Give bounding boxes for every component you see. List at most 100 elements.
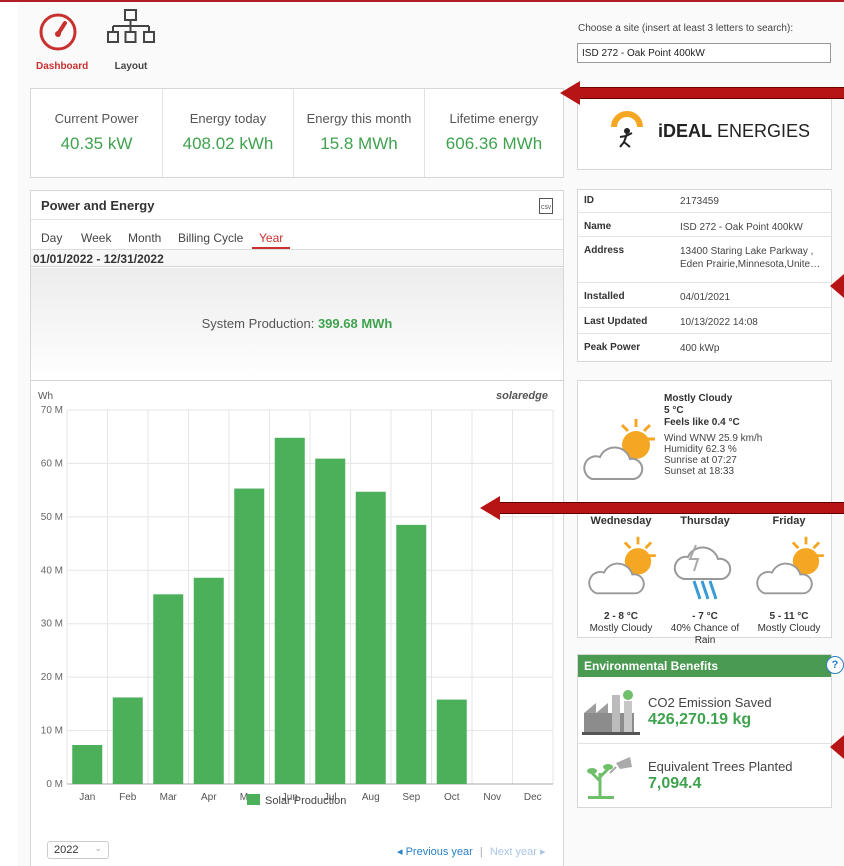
current-condition: Mostly Cloudy <box>664 393 733 404</box>
kpi-title: Current Power <box>54 111 139 126</box>
y-tick-label: 20 M <box>41 672 63 683</box>
forecast: Wednesday 2 - 8 °C Mostly Cloudy Thursda… <box>578 515 833 646</box>
tab-month[interactable]: Month <box>128 231 161 245</box>
x-tick-label: Apr <box>201 792 217 803</box>
co2-label: CO2 Emission Saved <box>648 695 772 710</box>
layout-tab-label: Layout <box>114 61 148 72</box>
ideal-energies-logo-icon <box>611 111 643 148</box>
kpi-value: 40.35 kW <box>60 134 133 153</box>
dashboard-tab[interactable]: Dashboard <box>36 8 89 74</box>
thunderstorm-icon <box>673 544 732 600</box>
site-search-input[interactable] <box>577 43 831 63</box>
divider <box>31 219 563 220</box>
dashboard-page: Dashboard Layout Choose a site (insert a… <box>0 0 844 866</box>
y-tick-label: 30 M <box>41 619 63 630</box>
legend-label: Solar Production <box>265 795 346 807</box>
bar <box>153 594 184 784</box>
production-chart: 0 M 10 M 20 M 30 M 40 M 50 M 60 M 70 M Jan Feb Mar… <box>41 405 554 807</box>
x-tick-label: Nov <box>483 792 501 803</box>
kpi-current-power: Current Power 40.35 kW <box>31 89 163 177</box>
kpi-title: Energy today <box>189 111 267 126</box>
forecast-desc: Mostly Cloudy <box>757 623 821 634</box>
bar <box>72 744 103 784</box>
layout-tree-icon <box>107 9 155 43</box>
forecast-temp: 5 - 11 °C <box>769 611 809 622</box>
kpi-value: 15.8 MWh <box>320 134 398 153</box>
y-tick-label: 70 M <box>41 405 63 416</box>
y-tick-label: 60 M <box>41 458 63 469</box>
kpi-energy-today: Energy today 408.02 kWh <box>163 89 294 177</box>
kpi-value: 408.02 kWh <box>182 134 274 153</box>
next-year-link[interactable]: Next year ▸ <box>490 846 546 858</box>
csv-export-icon[interactable]: CSV <box>539 198 553 214</box>
logo-brand-rest: ENERGIES <box>712 121 811 141</box>
bar <box>355 491 386 784</box>
annotation-arrow <box>560 81 844 105</box>
forecast-temp: 2 - 8 °C <box>603 611 638 622</box>
info-row-name: Name ISD 272 - Oak Point 400kW <box>578 213 832 237</box>
panel-title: Power and Energy <box>41 198 155 213</box>
sunrise: Sunrise at 07:27 <box>664 455 737 466</box>
env-header: Environmental Benefits <box>578 655 831 677</box>
bar <box>274 437 305 784</box>
system-production: System Production: 399.68 MWh <box>31 316 563 331</box>
y-tick-label: 0 M <box>46 779 63 790</box>
y-tick-label: 40 M <box>41 565 63 576</box>
x-tick-label: Mar <box>160 792 178 803</box>
tab-day[interactable]: Day <box>41 231 62 245</box>
env-title: Environmental Benefits <box>584 659 719 673</box>
year-select[interactable]: 2022 ⌄ <box>47 841 109 859</box>
bar <box>396 524 427 784</box>
y-tick-label: 10 M <box>41 726 63 737</box>
previous-year-link[interactable]: ◂ Previous year <box>397 846 473 858</box>
wind: Wind WNW 25.9 km/h <box>664 433 763 444</box>
tab-year[interactable]: Year <box>259 231 283 245</box>
solaredge-logo: solaredge <box>496 390 548 402</box>
kpi-panel: Current Power 40.35 kW Energy today 408.… <box>30 88 564 178</box>
partly-cloudy-icon <box>583 419 655 480</box>
partly-cloudy-icon <box>588 536 656 595</box>
y-tick-label: 50 M <box>41 512 63 523</box>
partly-cloudy-icon <box>756 536 824 595</box>
caret-right-icon: ▸ <box>536 846 546 858</box>
trees-value: 7,094.4 <box>648 775 702 792</box>
speedometer-icon <box>39 13 77 51</box>
dashboard-tab-label: Dashboard <box>36 61 89 72</box>
pagination-separator: | <box>479 846 483 858</box>
co2-value: 426,270.19 kg <box>648 711 752 728</box>
date-range: 01/01/2022 - 12/31/2022 <box>33 252 164 266</box>
chevron-down-icon: ⌄ <box>94 843 102 853</box>
help-icon[interactable]: ? <box>826 656 844 674</box>
system-production-area: System Production: 399.68 MWh <box>31 268 563 380</box>
forecast-desc: Mostly Cloudy <box>589 623 653 634</box>
info-row-id: ID 2173459 <box>578 190 832 213</box>
bar <box>436 699 467 784</box>
info-row-last-updated: Last Updated 10/13/2022 14:08 <box>578 308 832 334</box>
humidity: Humidity 62.3 % <box>664 444 737 455</box>
info-row-installed: Installed 04/01/2021 <box>578 283 832 308</box>
system-production-label: System Production: <box>201 316 315 331</box>
year-pagination: ◂ Previous year | Next year ▸ <box>397 845 545 858</box>
tree-planting-icon <box>587 757 632 799</box>
forecast-temp: - 7 °C <box>692 611 718 622</box>
date-range-bar: 01/01/2022 - 12/31/2022 <box>31 250 563 267</box>
layout-tab[interactable]: Layout <box>106 8 156 74</box>
tab-billing-cycle[interactable]: Billing Cycle <box>178 231 243 245</box>
x-tick-label: Aug <box>362 792 380 803</box>
chart-unit-label: Wh <box>38 391 53 402</box>
company-logo-text: iDEAL ENERGIES <box>658 121 810 142</box>
logo-brand-bold: iDEAL <box>658 121 712 141</box>
current-temp: 5 °C <box>664 405 684 416</box>
tab-week[interactable]: Week <box>81 231 111 245</box>
x-tick-label: Oct <box>444 792 460 803</box>
system-production-value: 399.68 MWh <box>317 316 393 331</box>
kpi-title: Lifetime energy <box>449 111 539 126</box>
kpi-lifetime-energy: Lifetime energy 606.36 MWh <box>425 89 563 177</box>
environmental-benefits-panel: Environmental Benefits ? CO2 Emission Sa… <box>577 654 844 808</box>
caret-left-icon: ◂ <box>397 846 406 858</box>
annotation-arrow <box>480 496 844 520</box>
x-tick-label: Feb <box>119 792 137 803</box>
divider <box>578 743 831 744</box>
feels-like: Feels like 0.4 °C <box>664 417 740 428</box>
info-row-peak-power: Peak Power 400 kWp <box>584 342 720 354</box>
